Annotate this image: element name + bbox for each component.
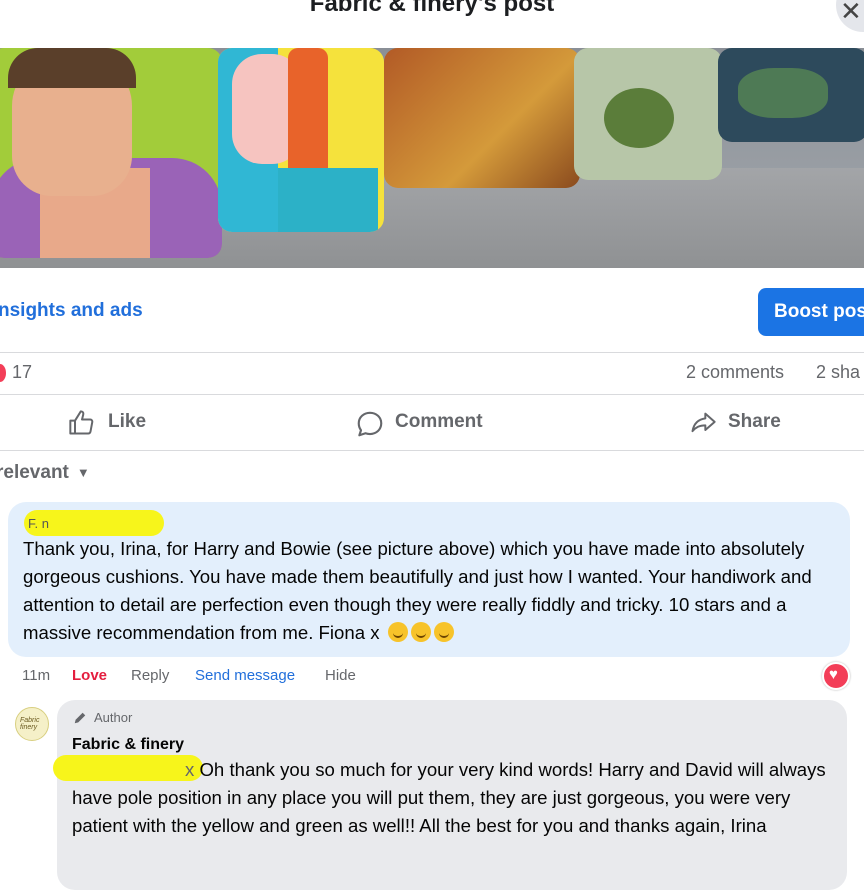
cushion-shirt (278, 168, 378, 232)
post-photo[interactable] (0, 48, 864, 268)
reactions-bar: 17 2 comments 2 sha (0, 355, 864, 393)
share-label: Share (728, 411, 781, 432)
insights-row: nsights and ads Boost pos (0, 268, 864, 354)
post-actions: Like Comment Share (0, 395, 864, 451)
harry-cushion (0, 48, 222, 258)
divider (0, 450, 864, 451)
tagged-name-fragment[interactable]: x (185, 759, 194, 780)
share-button[interactable]: Share (688, 405, 808, 441)
cushion-leaf (738, 68, 828, 118)
comment-time[interactable]: 11m (22, 667, 50, 684)
reply-author-name[interactable]: Fabric & finery (72, 736, 184, 754)
smiley-emoji-icon (387, 622, 408, 642)
leaf-cushion (718, 48, 864, 142)
thumbs-up-icon (69, 410, 94, 435)
cushion-leaf (604, 88, 674, 148)
comments-count[interactable]: 2 comments (686, 362, 784, 383)
post-title: Fabric & finery's post (309, 0, 555, 17)
heart-icon[interactable]: ♥ (822, 662, 850, 690)
gold-cushion (384, 48, 580, 188)
reply-bubble: Author Fabric & finery x Oh thank you so… (53, 700, 847, 890)
floral-cushion (574, 48, 722, 180)
comment-bubble: F. n Thank you, Irina, for Harry and Bow… (8, 502, 850, 657)
smiley-emoji-icon (433, 622, 454, 642)
author-badge-label: Author (94, 710, 133, 725)
send-message-button[interactable]: Send message (195, 667, 295, 684)
avatar[interactable]: Fabric finery (15, 707, 49, 741)
boost-post-label: Boost pos (774, 301, 864, 322)
comment-label: Comment (395, 411, 483, 432)
love-reaction-button[interactable]: Love (72, 667, 107, 684)
smiley-emoji-icon (410, 622, 431, 642)
reaction-count[interactable]: 17 (12, 362, 32, 383)
bowie-cushion (218, 48, 384, 232)
like-button[interactable]: Like (68, 405, 188, 441)
cushion-hair (8, 48, 136, 88)
post-header: Fabric & finery's post ✕ (0, 0, 864, 48)
comment-button[interactable]: Comment (355, 405, 515, 441)
close-button[interactable]: ✕ (836, 0, 864, 32)
like-label: Like (108, 411, 147, 432)
avatar-text: Fabric finery (20, 717, 40, 731)
comment-sort-dropdown[interactable]: relevant ▼ (0, 462, 90, 484)
love-reaction-icon[interactable] (0, 364, 6, 382)
divider (0, 352, 864, 353)
hide-button[interactable]: Hide (325, 667, 356, 684)
reply-text: x Oh thank you so much for your very kin… (72, 756, 842, 840)
commenter-name-fragment: F. n (28, 516, 49, 531)
boost-post-button[interactable]: Boost pos (758, 288, 864, 336)
reply-button[interactable]: Reply (131, 667, 169, 684)
caret-down-icon: ▼ (76, 465, 90, 481)
insights-and-ads-link[interactable]: nsights and ads (0, 300, 143, 322)
close-icon: ✕ (840, 0, 862, 26)
comment-text: Thank you, Irina, for Harry and Bowie (s… (23, 535, 838, 647)
sort-label: relevant (0, 462, 69, 483)
shares-count[interactable]: 2 sha (816, 362, 860, 383)
redacted-commenter-name[interactable]: F. n (24, 510, 164, 536)
share-icon (691, 412, 716, 433)
heart-glyph: ♥ (829, 666, 838, 683)
comment-icon (357, 411, 383, 437)
comment-meta-row: 11m Love Reply Send message Hide ♥ (22, 662, 852, 690)
pencil-icon (74, 712, 86, 724)
